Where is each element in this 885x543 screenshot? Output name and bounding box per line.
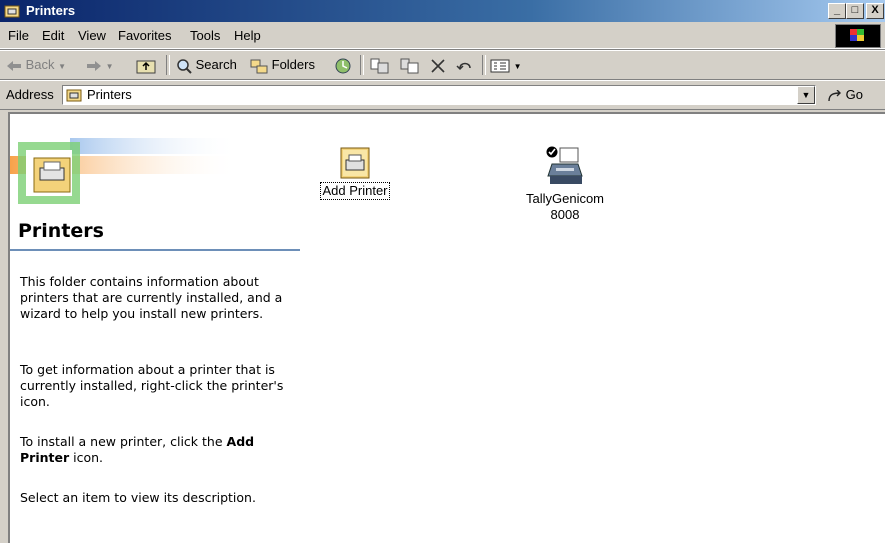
history-button[interactable] <box>334 55 352 75</box>
search-button[interactable]: Search <box>176 55 237 75</box>
panel-title: Printers <box>18 220 104 242</box>
add-printer-item[interactable]: Add Printer <box>310 146 400 200</box>
go-arrow-icon <box>828 89 841 101</box>
forward-button[interactable]: ▼ <box>86 55 114 75</box>
description-paragraph-3: To install a new printer, click the Add … <box>20 434 302 466</box>
printer-label-line-2: 8008 <box>550 207 580 222</box>
folders-icon <box>250 59 268 74</box>
search-icon <box>177 58 192 74</box>
menu-file[interactable]: File <box>8 28 29 43</box>
go-label: Go <box>845 87 863 102</box>
folders-button[interactable]: Folders <box>250 55 315 75</box>
back-button[interactable]: Back ▼ <box>6 55 66 75</box>
folder-view: Printers This folder contains informatio… <box>8 112 885 543</box>
printer-label-line-1: TallyGenicom <box>525 191 605 206</box>
description-paragraph-1: This folder contains information about p… <box>20 274 283 321</box>
history-icon <box>335 58 351 74</box>
views-dropdown-icon: ▼ <box>513 62 522 71</box>
address-label: Address <box>6 87 54 102</box>
back-label: Back <box>25 57 55 72</box>
printers-banner-graphic <box>10 138 240 204</box>
menu-bar: File Edit View Favorites Tools Help <box>0 22 885 49</box>
up-folder-button[interactable] <box>136 55 156 75</box>
address-bar: Address Printers ▼ Go <box>0 80 885 110</box>
delete-button[interactable] <box>430 55 446 75</box>
views-icon <box>490 59 510 73</box>
menu-help[interactable]: Help <box>234 28 261 43</box>
back-dropdown-icon: ▼ <box>58 62 67 71</box>
copy-to-icon <box>400 58 419 74</box>
copy-to-button[interactable] <box>400 55 420 75</box>
maximize-button[interactable]: □ <box>846 3 864 19</box>
forward-arrow-icon <box>87 60 101 71</box>
folders-label: Folders <box>271 57 315 72</box>
web-view-panel: Printers This folder contains informatio… <box>10 114 302 543</box>
menu-tools[interactable]: Tools <box>190 28 220 43</box>
address-value: Printers <box>87 87 132 102</box>
add-printer-icon <box>340 147 370 179</box>
undo-button[interactable] <box>456 55 474 75</box>
views-button[interactable]: ▼ <box>490 55 522 75</box>
search-label: Search <box>195 57 237 72</box>
menu-view[interactable]: View <box>78 28 106 43</box>
add-printer-label: Add Printer <box>320 182 390 200</box>
minimize-button[interactable]: _ <box>828 3 846 19</box>
tallygenicom-printer-item[interactable]: TallyGenicom 8008 <box>510 146 620 223</box>
address-dropdown-button[interactable]: ▼ <box>797 86 815 104</box>
forward-dropdown-icon: ▼ <box>105 62 114 71</box>
default-printer-check-icon <box>546 146 558 158</box>
up-folder-icon <box>136 60 156 74</box>
printers-folder-icon <box>66 89 82 102</box>
undo-icon <box>456 62 471 70</box>
printers-folder-icon <box>4 5 20 18</box>
p3-text-1: To install a new printer, click the <box>20 434 227 449</box>
title-bar[interactable]: Printers _ □ X <box>0 0 885 22</box>
title-divider <box>10 249 300 251</box>
close-button[interactable]: X <box>866 3 884 19</box>
move-to-button[interactable] <box>370 55 390 75</box>
description-paragraph-2: To get information about a printer that … <box>20 362 284 409</box>
back-arrow-icon <box>7 60 21 71</box>
move-to-icon <box>370 58 389 74</box>
window-title: Printers <box>26 3 76 18</box>
go-button[interactable]: Go <box>828 87 863 102</box>
menu-edit[interactable]: Edit <box>42 28 64 43</box>
address-input[interactable]: Printers <box>62 85 816 105</box>
p3-text-2: icon. <box>69 450 104 465</box>
standard-toolbar: Back ▼ ▼ Search Folders ▼ <box>0 50 885 80</box>
windows-logo-icon <box>835 24 881 48</box>
menu-favorites[interactable]: Favorites <box>118 28 171 43</box>
delete-icon <box>431 58 445 73</box>
description-paragraph-4: Select an item to view its description. <box>20 490 256 505</box>
